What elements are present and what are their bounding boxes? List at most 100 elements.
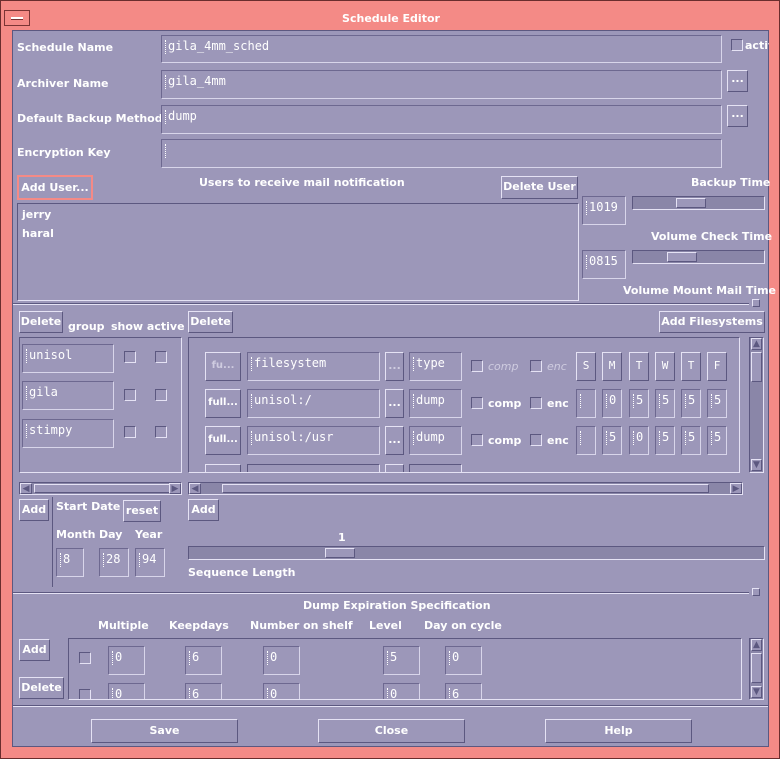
start-year-field[interactable]: 94	[135, 548, 165, 577]
sequence-value: 1	[338, 531, 346, 544]
delete-user-button[interactable]: Delete User	[501, 176, 578, 199]
fs-day-field[interactable]: 5	[707, 389, 727, 418]
fs-browse-button[interactable]: ...	[385, 426, 404, 455]
add-filesystems-button[interactable]: Add Filesystems	[659, 311, 765, 333]
group-show-active-checkbox[interactable]	[155, 426, 167, 438]
fs-day-field[interactable]	[576, 389, 596, 418]
groups-horizontal-scrollbar[interactable]: ◀ ▶	[19, 482, 182, 495]
filesystems-hscroll-thumb[interactable]	[222, 484, 709, 493]
volume-check-field[interactable]: 0815	[582, 250, 626, 279]
schedule-name-field[interactable]: gila_4mm_sched	[161, 35, 722, 63]
fs-day-field[interactable]: 5	[655, 426, 675, 455]
close-button[interactable]: Close	[318, 719, 465, 743]
fs-filesystem-field[interactable]: unisol:/	[247, 389, 380, 418]
fs-enc-checkbox[interactable]	[530, 397, 542, 409]
backup-method-browse-button[interactable]: ...	[727, 105, 748, 127]
start-month-field[interactable]: 8	[56, 548, 84, 577]
add-expiration-button[interactable]: Add	[19, 639, 50, 661]
fs-type-field[interactable]: dump	[409, 426, 462, 455]
encryption-key-label: Encryption Key	[17, 146, 111, 159]
group-row-field[interactable]: gila	[22, 381, 114, 410]
group-checkbox[interactable]	[124, 351, 136, 363]
backup-time-field[interactable]: 1019	[582, 196, 626, 225]
expiration-row-checkbox[interactable]	[79, 689, 91, 699]
fs-day-field[interactable]: 5	[681, 426, 701, 455]
number-on-shelf-field[interactable]: 0	[263, 646, 300, 675]
start-day-field[interactable]: 28	[99, 548, 129, 577]
keepdays-field[interactable]: 6	[185, 683, 222, 699]
fs-day-field[interactable]: 5	[602, 426, 622, 455]
fs-type-field[interactable]: dump	[409, 389, 462, 418]
volume-check-slider-thumb[interactable]	[667, 252, 697, 262]
day-on-cycle-field[interactable]: 6	[445, 683, 482, 699]
day-on-cycle-field[interactable]: 0	[445, 646, 482, 675]
pane-sash[interactable]	[752, 588, 760, 596]
help-button[interactable]: Help	[545, 719, 692, 743]
expiration-row-checkbox[interactable]	[79, 652, 91, 664]
archiver-name-field[interactable]: gila_4mm	[161, 70, 722, 99]
volume-check-slider[interactable]	[632, 250, 765, 264]
scroll-up-icon[interactable]: ▲	[751, 338, 762, 350]
scroll-right-icon[interactable]: ▶	[169, 483, 181, 494]
fs-comp-checkbox[interactable]	[471, 397, 483, 409]
fs-day-header: W	[655, 352, 675, 381]
fs-day-field[interactable]: 5	[681, 389, 701, 418]
save-button[interactable]: Save	[91, 719, 238, 743]
filesystems-vertical-scrollbar[interactable]: ▲ ▼	[749, 337, 764, 473]
group-show-active-checkbox[interactable]	[155, 389, 167, 401]
group-row-field[interactable]: unisol	[22, 344, 114, 373]
fs-full-button[interactable]: full...	[205, 389, 241, 418]
delete-group-button[interactable]: Delete	[19, 311, 63, 333]
level-field[interactable]: 0	[383, 683, 420, 699]
multiple-field[interactable]: 0	[108, 646, 145, 675]
scroll-up-icon[interactable]: ▲	[751, 639, 762, 651]
add-filesystem-row-button[interactable]: Add	[188, 499, 219, 521]
add-group-button[interactable]: Add	[19, 499, 49, 521]
delete-expiration-button[interactable]: Delete	[19, 677, 64, 699]
filesystems-vscroll-thumb[interactable]	[751, 352, 762, 382]
multiple-field[interactable]: 0	[108, 683, 145, 699]
fs-browse-button[interactable]: ...	[385, 389, 404, 418]
fs-full-button[interactable]: full...	[205, 426, 241, 455]
year-label: Year	[135, 528, 163, 541]
groups-scroll-thumb[interactable]	[34, 484, 170, 493]
fs-day-field[interactable]: 0	[629, 426, 649, 455]
user-item[interactable]: jerry	[22, 208, 51, 221]
add-user-button[interactable]: Add User...	[17, 175, 93, 200]
fs-day-field[interactable]: 5	[707, 426, 727, 455]
filesystems-horizontal-scrollbar[interactable]: ◀ ▶	[188, 482, 743, 495]
scroll-down-icon[interactable]: ▼	[751, 459, 762, 471]
scroll-left-icon[interactable]: ◀	[20, 483, 32, 494]
level-field[interactable]: 5	[383, 646, 420, 675]
sequence-length-slider[interactable]	[188, 546, 765, 560]
reset-start-date-button[interactable]: reset	[123, 500, 161, 522]
encryption-key-field[interactable]	[161, 139, 722, 168]
group-show-active-checkbox[interactable]	[155, 351, 167, 363]
user-item[interactable]: haral	[22, 227, 54, 240]
backup-time-slider[interactable]	[632, 196, 765, 210]
pane-sash[interactable]	[752, 299, 760, 307]
scroll-left-icon[interactable]: ◀	[189, 483, 201, 494]
backup-time-slider-thumb[interactable]	[676, 198, 706, 208]
fs-day-field[interactable]: 5	[629, 389, 649, 418]
fs-enc-checkbox[interactable]	[530, 434, 542, 446]
delete-filesystem-button[interactable]: Delete	[188, 311, 233, 333]
archiver-browse-button[interactable]: ...	[727, 70, 748, 92]
backup-method-field[interactable]: dump	[161, 105, 722, 134]
sequence-slider-thumb[interactable]	[325, 548, 355, 558]
group-checkbox[interactable]	[124, 426, 136, 438]
keepdays-field[interactable]: 6	[185, 646, 222, 675]
fs-filesystem-field[interactable]: unisol:/usr	[247, 426, 380, 455]
scroll-right-icon[interactable]: ▶	[730, 483, 742, 494]
scroll-down-icon[interactable]: ▼	[751, 686, 762, 698]
fs-day-field[interactable]	[576, 426, 596, 455]
group-checkbox[interactable]	[124, 389, 136, 401]
group-row-field[interactable]: stimpy	[22, 419, 114, 448]
fs-day-field[interactable]: 0	[602, 389, 622, 418]
fs-comp-checkbox[interactable]	[471, 434, 483, 446]
fs-day-field[interactable]: 5	[655, 389, 675, 418]
expiration-vscroll-thumb[interactable]	[751, 653, 762, 683]
number-on-shelf-field[interactable]: 0	[263, 683, 300, 699]
active-checkbox[interactable]	[731, 39, 743, 51]
expiration-vertical-scrollbar[interactable]: ▲ ▼	[749, 638, 764, 700]
